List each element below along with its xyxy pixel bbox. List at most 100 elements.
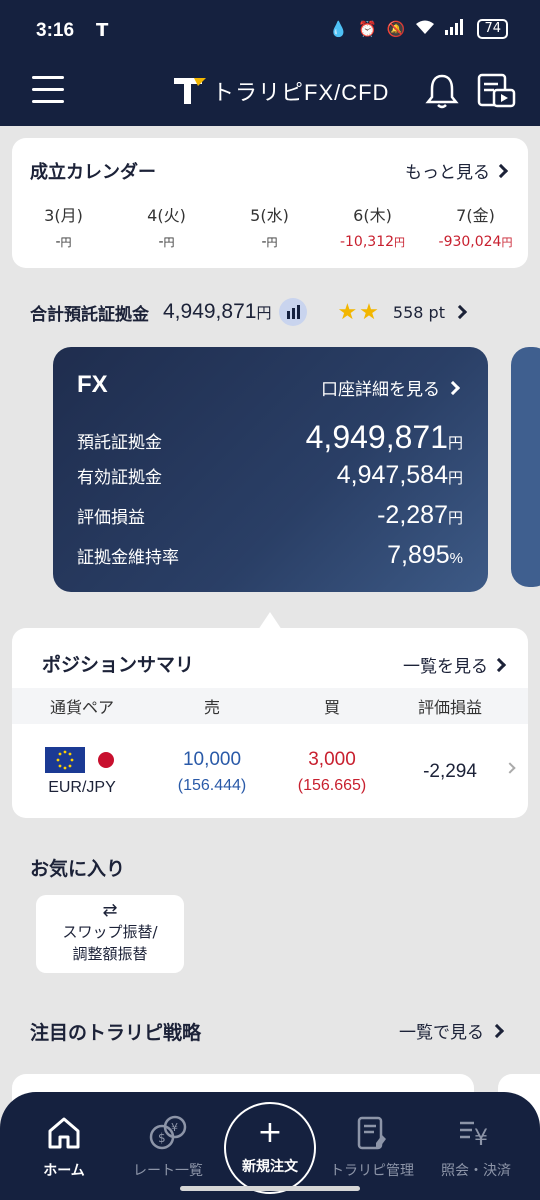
pl-value: -2,294 (423, 761, 477, 782)
swap-transfer-label-2: 調整額振替 (72, 945, 148, 963)
pair-name: EUR/JPY (48, 779, 116, 796)
calendar-day-value: -10,312円 (339, 234, 406, 250)
calendar-day-label: 7(金) (456, 206, 495, 225)
strategy-more-link[interactable]: 一覧で見る (399, 1018, 505, 1043)
fx-row-label: 評価損益 (77, 508, 145, 528)
calendar-day-label: 6(木) (353, 206, 392, 225)
chevron-right-icon (445, 380, 461, 395)
calendar-day[interactable]: 3(月) -円 (12, 202, 115, 250)
strategy-title: 注目のトラリピ戦略 (30, 1022, 202, 1044)
header-pl: 評価損益 (417, 698, 482, 717)
sell-price: (156.444) (177, 777, 247, 794)
brand-logo: トラリピFX/CFD (172, 74, 389, 108)
nav-rates[interactable]: $ ¥ レート一覧 (118, 1114, 218, 1180)
table-row[interactable]: EUR/JPY 10,000 (156.444) 3,000 (156.665)… (12, 732, 528, 812)
chevron-right-icon (493, 163, 509, 178)
swap-transfer-button[interactable]: ⇄ スワップ振替/ 調整額振替 (36, 895, 184, 973)
fx-row-pl: 評価損益 -2,287円 (77, 501, 463, 530)
mute-icon: 🔕 (386, 20, 406, 38)
total-margin-value: 4,949,871円 (163, 300, 272, 323)
calendar-day[interactable]: 7(金) -930,024円 (424, 202, 527, 250)
fx-row-label: 有効証拠金 (77, 468, 162, 488)
fx-row-label: 預託証拠金 (77, 433, 162, 453)
calendar-day-label: 5(水) (250, 206, 289, 225)
eu-flag-icon (45, 747, 85, 773)
next-account-card[interactable] (511, 347, 540, 587)
yen-list-icon: ¥ (426, 1114, 526, 1152)
swap-transfer-label-1: スワップ振替/ (62, 923, 158, 941)
fx-detail-label: 口座詳細を見る (321, 380, 440, 400)
coins-icon: $ ¥ (118, 1114, 218, 1152)
signal-icon (445, 19, 467, 39)
calendar-day-value: -円 (55, 234, 72, 250)
fx-account-card[interactable]: FX 口座詳細を見る 預託証拠金 4,949,871円 有効証拠金 4,947,… (53, 347, 488, 592)
status-icons: 💧 ⏰ 🔕 74 (329, 19, 508, 39)
total-margin-label: 合計預託証拠金 (30, 304, 149, 325)
calendar-day-value: -930,024円 (438, 234, 513, 250)
document-edit-icon (322, 1114, 422, 1152)
nav-inquiry[interactable]: ¥ 照会・決済 (426, 1114, 526, 1180)
gesture-bar[interactable] (180, 1186, 360, 1191)
total-margin-row[interactable]: 合計預託証拠金 4,949,871円 ★★ 558 pt (30, 296, 510, 328)
calendar-day-label: 3(月) (44, 206, 83, 225)
wifi-icon (415, 19, 435, 39)
sell-amount: 10,000 (182, 749, 242, 770)
calendar-more-label: もっと見る (405, 163, 490, 183)
fx-row-value: -2,287円 (377, 501, 463, 529)
calendar-day[interactable]: 5(水) -円 (218, 202, 321, 250)
chevron-right-icon (489, 1023, 505, 1038)
new-order-button[interactable]: + 新規注文 (224, 1102, 316, 1194)
calendar-day-value: -円 (158, 234, 175, 250)
header-pair: 通貨ペア (49, 698, 114, 717)
chevron-right-icon (452, 304, 468, 320)
calendar-day[interactable]: 6(木) -10,312円 (321, 202, 424, 250)
favorites-title: お気に入り (30, 858, 126, 880)
position-table-header: 通貨ペア 売 買 評価損益 (12, 688, 528, 724)
nav-inquiry-label: 照会・決済 (441, 1163, 511, 1179)
menu-icon[interactable] (32, 76, 64, 104)
bell-icon[interactable] (424, 72, 460, 114)
buy-cell: 3,000 (156.665) (272, 749, 392, 795)
points-value: 558 pt (392, 302, 445, 322)
calendar-day-value: -円 (261, 234, 278, 250)
header-sell: 売 (203, 698, 220, 717)
position-more-link[interactable]: 一覧を見る (403, 652, 507, 677)
status-time: 3:16 (36, 20, 75, 41)
battery-icon: 74 (477, 19, 508, 39)
fx-row-value: 7,895% (387, 541, 463, 569)
fx-row-label: 証拠金維持率 (77, 548, 179, 568)
svg-text:¥: ¥ (474, 1126, 488, 1151)
fx-detail-link[interactable]: 口座詳細を見る (321, 375, 461, 400)
pair-cell: EUR/JPY (12, 747, 152, 797)
fx-row-value: 4,949,871円 (305, 419, 463, 455)
home-icon (14, 1114, 114, 1152)
new-order-label: 新規注文 (242, 1159, 298, 1175)
nav-home[interactable]: ホーム (14, 1114, 114, 1180)
app-header: トラリピFX/CFD (0, 60, 540, 126)
header-buy: 買 (323, 698, 340, 717)
star-rating-icon: ★★ (337, 299, 381, 325)
position-summary-title: ポジションサマリ (42, 654, 195, 676)
position-more-label: 一覧を見る (403, 657, 488, 677)
fill-calendar-card: 成立カレンダー もっと見る 3(月) -円 4(火) -円 5(水) -円 6(… (12, 138, 528, 268)
buy-amount: 3,000 (308, 749, 356, 770)
brand-mark-icon (172, 74, 206, 108)
chevron-right-icon (491, 657, 507, 672)
calendar-days: 3(月) -円 4(火) -円 5(水) -円 6(木) -10,312円 7(… (12, 202, 528, 250)
buy-price: (156.665) (297, 777, 367, 794)
fx-row-deposit: 預託証拠金 4,949,871円 (77, 419, 463, 456)
swap-arrows-icon: ⇄ (102, 900, 118, 921)
nav-manage[interactable]: トラリピ管理 (322, 1114, 422, 1180)
video-report-icon[interactable] (476, 72, 518, 114)
svg-text:¥: ¥ (171, 1121, 178, 1134)
calendar-day[interactable]: 4(火) -円 (115, 202, 218, 250)
fx-row-margin-ratio: 証拠金維持率 7,895% (77, 541, 463, 570)
currency-flags (12, 747, 152, 773)
plus-icon: + (257, 1115, 283, 1150)
bar-chart-icon[interactable] (279, 298, 308, 326)
fx-row-value: 4,947,584円 (336, 461, 463, 489)
nav-home-label: ホーム (43, 1163, 85, 1179)
calendar-title: 成立カレンダー (30, 162, 156, 183)
fx-title: FX (77, 371, 108, 398)
calendar-more-link[interactable]: もっと見る (405, 158, 509, 183)
